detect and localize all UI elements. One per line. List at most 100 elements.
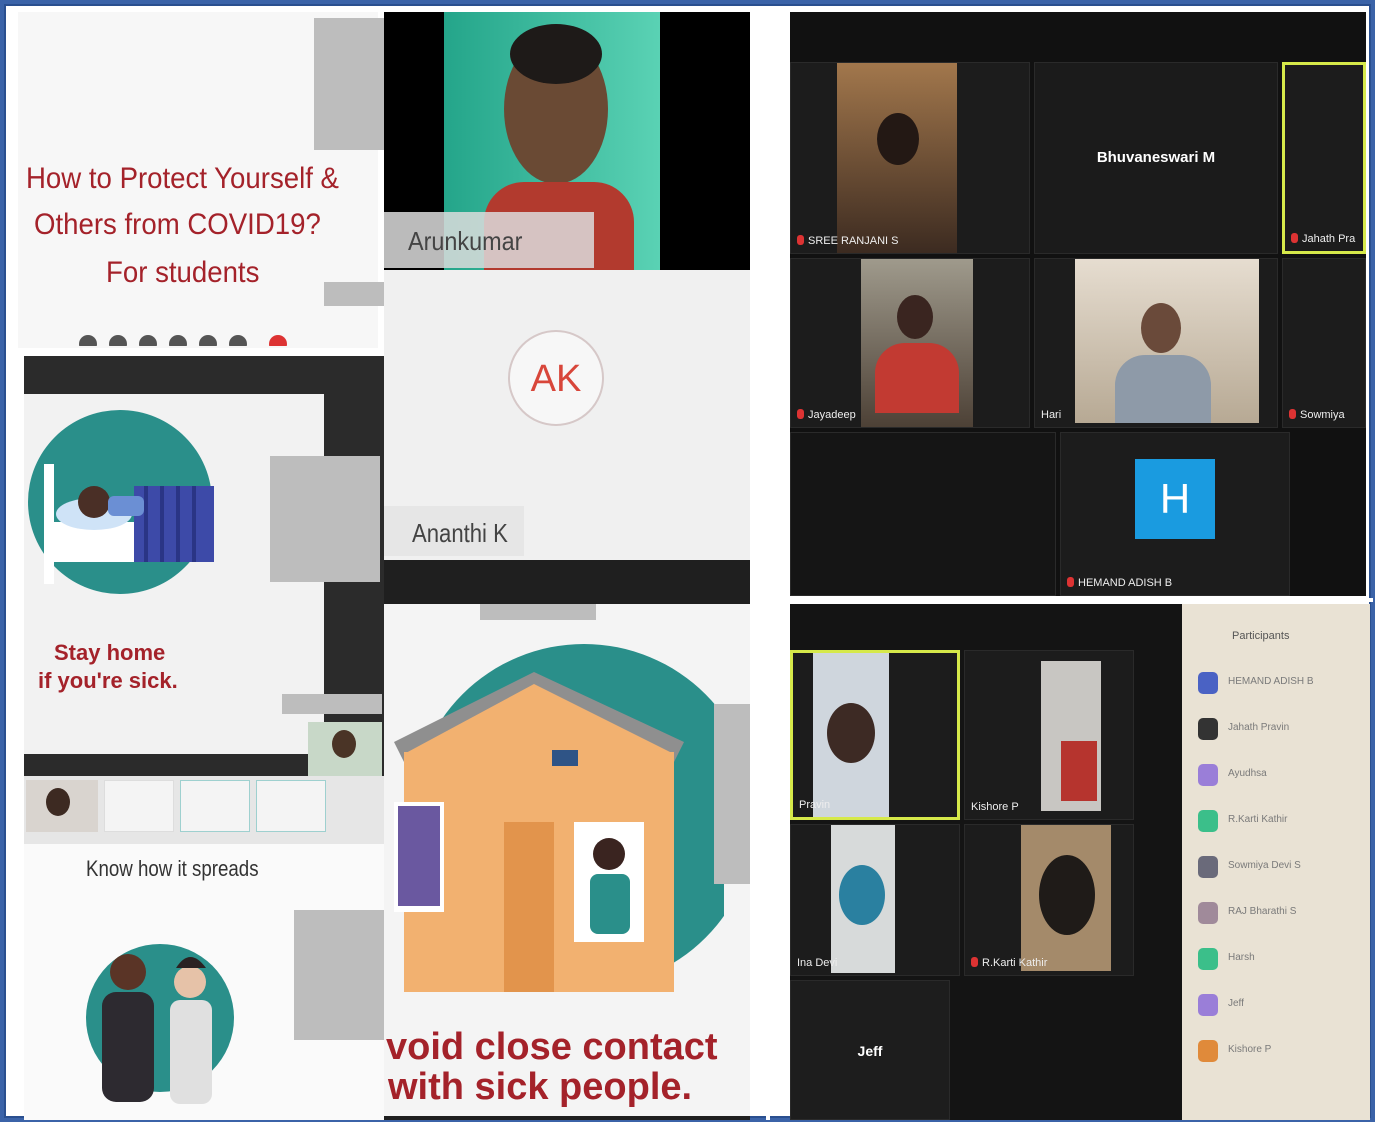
participant-list-name: Ayudhsa [1228,768,1267,779]
participant-name-label: Kishore P [971,801,1019,813]
avoid-line1: void close contact [386,1026,718,1068]
video-tile-empty[interactable] [790,432,1056,596]
slide-decor-block [282,694,382,714]
participant-row[interactable]: Ayudhsa [1198,762,1366,790]
video-tile-active-speaker[interactable]: Pravin [790,650,960,820]
slide-title-panel: How to Protect Yourself & Others from CO… [18,12,386,353]
participant-name: Ananthi K [412,518,508,548]
participant-name-center: Jeff [857,1043,883,1059]
self-view-video [308,722,382,776]
muted-mic-icon [797,409,804,419]
participant-avatar-icon [1198,948,1218,970]
thumbnail-strip-dots [78,330,298,353]
video-tile[interactable]: Kishore P [964,650,1134,820]
participant-avatar-icon [1198,902,1218,924]
participant-list-name: Harsh [1228,952,1255,963]
video-tile[interactable]: SREE RANJANI S [790,62,1030,254]
participant-row[interactable]: Kishore P [1198,1038,1366,1066]
video-tile[interactable]: Bhuvaneswari M [1034,62,1278,254]
participant-row[interactable]: Jahath Pravin [1198,716,1366,744]
avatar-tile-ak[interactable]: AK Ananthi K [384,270,750,560]
name-label-bar: Arunkumar [384,212,594,268]
participant-name-label: SREE RANJANI S [797,235,898,247]
video-tile[interactable]: Sowmiya [1282,258,1366,428]
slide-avoid-canvas: void close contact with sick people. [384,604,750,1116]
participant-list-name: R.Karti Kathir [1228,814,1288,825]
participant-name: Arunkumar [408,226,523,256]
slide-stay-home-panel: Stay home if you're sick. [24,356,384,776]
video-tile-active-speaker[interactable]: Jahath Pra [1282,62,1366,254]
thumbnail-avatar[interactable] [104,780,174,832]
video-feed [1075,259,1259,423]
video-feed [831,825,895,973]
video-tile[interactable]: H HEMAND ADISH B [1060,432,1290,596]
participant-list-name: Jeff [1228,998,1244,1009]
slide-decor-block [714,704,750,884]
participant-row[interactable]: R.Karti Kathir [1198,808,1366,836]
participant-list-name: Jahath Pravin [1228,722,1290,733]
thumbnail-avatar[interactable] [180,780,250,832]
participant-list-name: RAJ Bharathi S [1228,906,1297,917]
participant-row[interactable]: HEMAND ADISH B [1198,670,1366,698]
participant-name-label: Ina Devi [797,957,838,969]
video-tile[interactable]: Ina Devi [790,824,960,976]
video-feed [861,259,973,427]
participant-name-center: Bhuvaneswari M [1096,149,1216,166]
video-feed [813,653,889,817]
video-tile-arunkumar[interactable]: Arunkumar [384,12,750,270]
muted-mic-icon [971,957,978,967]
divider [770,598,1373,602]
participant-avatar-icon [1198,994,1218,1016]
participant-avatar-icon [1198,856,1218,878]
participant-avatar-icon [1198,718,1218,740]
slide-decor-block [324,282,386,306]
participant-row[interactable]: Jeff [1198,992,1366,1020]
avatar-initials: AK [530,358,582,400]
participant-row[interactable]: Sowmiya Devi S [1198,854,1366,882]
avatar-initial-box: H [1135,459,1215,539]
participant-list-name: Sowmiya Devi S [1228,860,1301,871]
participant-avatar-icon [1198,672,1218,694]
video-tile[interactable]: Hari [1034,258,1278,428]
thumbnail-avatar[interactable] [256,780,326,832]
slide-title-line3: For students [106,256,260,289]
avoid-line2: with sick people. [388,1066,693,1108]
slide-title-line2: Others from COVID19? [34,208,321,241]
sick-person-illustration [28,410,214,594]
slide-decor-block [294,910,384,1040]
participants-panel: Participants HEMAND ADISH B Jahath Pravin… [1182,604,1370,1120]
video-tile[interactable]: R.Karti Kathir [964,824,1134,976]
participant-name-label: Hari [1041,409,1062,421]
participant-row[interactable]: RAJ Bharathi S [1198,900,1366,928]
muted-mic-icon [1067,577,1074,587]
stay-home-line2: if you're sick. [38,668,178,693]
stay-home-line1: Stay home [54,640,166,665]
dots-icon [79,335,287,353]
video-tile[interactable]: Jayadeep [790,258,1030,428]
participant-thumbnail-strip [24,776,384,844]
muted-mic-icon [797,235,804,245]
zoom-gallery-bottom: Pravin Kishore P Ina Devi R.Karti Kathir… [790,604,1182,1120]
thumbnail-video[interactable] [26,780,98,832]
video-tile[interactable]: Jeff [790,980,950,1120]
video-feed [1041,661,1101,811]
house-illustration [394,644,724,992]
avatar-circle: AK [508,330,604,426]
spreads-illustration [86,944,234,1104]
slide-decor-block [314,18,386,150]
avatar-initial: H [1159,475,1191,522]
divider [766,6,770,1120]
participant-list-name: Kishore P [1228,1044,1272,1055]
participants-header: Participants [1232,630,1290,642]
name-label-bar: Ananthi K [384,506,524,556]
collage-frame: How to Protect Yourself & Others from CO… [4,4,1373,1120]
slide-title-line1: How to Protect Yourself & [26,162,339,195]
participant-name-label: Jahath Pra [1291,233,1355,245]
participant-name-label: Sowmiya [1289,409,1345,421]
spreads-title: Know how it spreads [86,856,259,881]
zoom-gallery-top: SREE RANJANI S Bhuvaneswari M Jahath Pra… [790,12,1366,596]
video-feed [837,63,957,253]
slide-decor-block [480,604,596,620]
slide-spreads-panel: Know how it spreads [24,844,384,1120]
participant-row[interactable]: Harsh [1198,946,1366,974]
